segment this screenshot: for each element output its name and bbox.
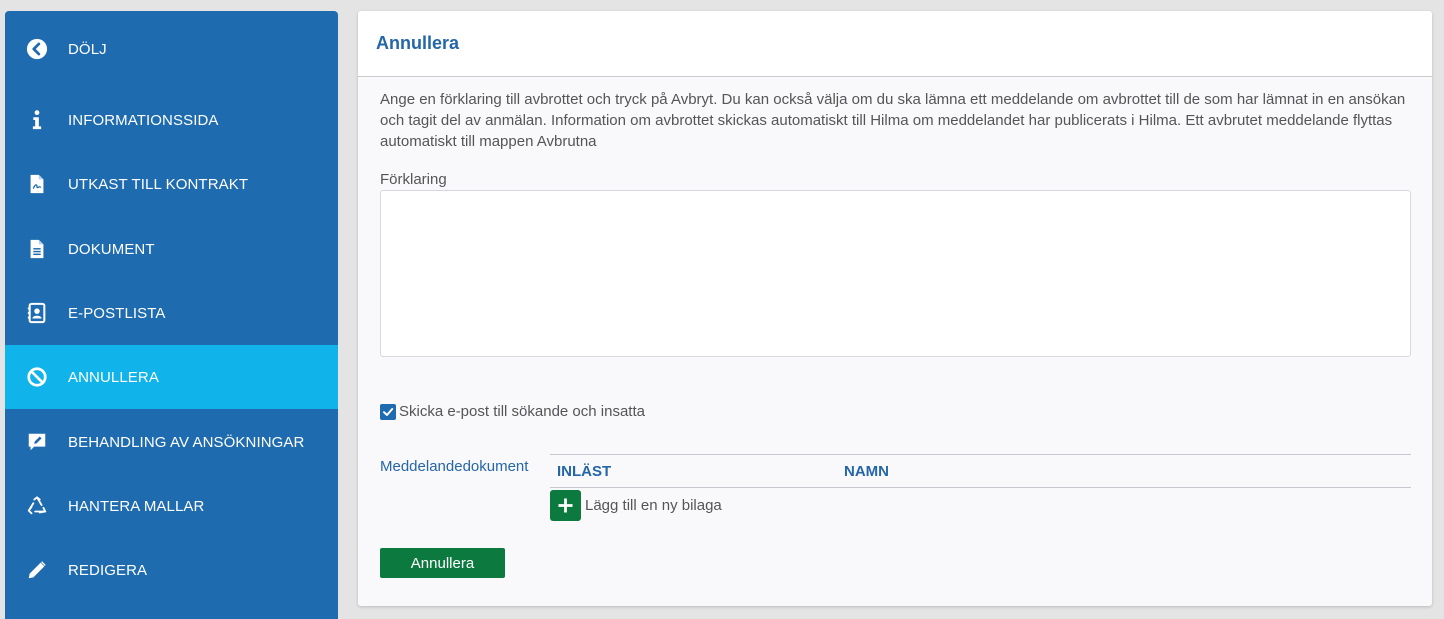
explanation-label: Förklaring — [380, 171, 447, 188]
sidebar-item-label: DÖLJ — [68, 40, 107, 58]
send-email-checkbox[interactable] — [380, 403, 396, 420]
column-header-loaded[interactable]: INLÄST — [557, 463, 611, 480]
sidebar-item-label: ANNULLERA — [68, 368, 159, 386]
sidebar-item-label: E-POSTLISTA — [68, 304, 166, 322]
cancel-panel: Annullera Ange en förklaring till avbrot… — [358, 11, 1432, 606]
pencil-icon — [25, 558, 49, 582]
info-icon — [25, 108, 49, 132]
contact-book-icon — [25, 301, 49, 325]
sidebar-item-label: UTKAST TILL KONTRAKT — [68, 175, 249, 193]
attachments-table-header: INLÄST NAMN — [550, 454, 1411, 488]
attachments-table: INLÄST NAMN Lägg till en ny bilaga — [550, 454, 1411, 522]
chevron-left-circle-icon — [25, 37, 49, 61]
sidebar-item-information-page[interactable]: INFORMATIONSSIDA — [5, 88, 338, 152]
recycle-icon — [25, 494, 49, 518]
comment-edit-icon — [25, 430, 49, 454]
sidebar-item-label: BEHANDLING AV ANSÖKNINGAR — [68, 433, 305, 451]
page-title: Annullera — [376, 33, 460, 53]
add-attachment-label[interactable]: Lägg till en ny bilaga — [585, 497, 722, 514]
document-icon — [25, 237, 49, 261]
sidebar-item-application-handling[interactable]: BEHANDLING AV ANSÖKNINGAR — [5, 410, 338, 474]
column-header-name[interactable]: NAMN — [844, 463, 889, 480]
sidebar-item-hide[interactable]: DÖLJ — [5, 17, 338, 81]
pdf-file-icon — [25, 172, 49, 196]
sidebar-item-email-list[interactable]: E-POSTLISTA — [5, 281, 338, 345]
explanation-textarea[interactable] — [380, 190, 1411, 357]
cancel-submit-button[interactable]: Annullera — [380, 548, 505, 578]
sidebar-item-contract-draft[interactable]: UTKAST TILL KONTRAKT — [5, 152, 338, 216]
send-email-option[interactable]: Skicka e-post till sökande och insatta — [380, 403, 645, 420]
sidebar-item-label: HANTERA MALLAR — [68, 497, 205, 515]
sidebar-item-label: DOKUMENT — [68, 240, 155, 258]
sidebar-item-cancel[interactable]: ANNULLERA — [5, 345, 338, 409]
sidebar-item-label: REDIGERA — [68, 561, 148, 579]
attachments-label: Meddelandedokument — [380, 458, 529, 475]
sidebar-item-documents[interactable]: DOKUMENT — [5, 217, 338, 281]
instructions-text: Ange en förklaring till avbrottet och tr… — [380, 91, 1406, 150]
checkmark-icon — [383, 407, 394, 416]
sidebar-item-label: INFORMATIONSSIDA — [68, 111, 219, 129]
add-attachment-row: Lägg till en ny bilaga — [550, 488, 1411, 522]
sidebar-item-edit[interactable]: REDIGERA — [5, 538, 338, 602]
sidebar: DÖLJ INFORMATIONSSIDA UTKAST TILL KONTRA… — [5, 11, 338, 619]
add-attachment-button[interactable] — [550, 489, 581, 521]
send-email-label: Skicka e-post till sökande och insatta — [399, 403, 645, 420]
panel-header: Annullera — [358, 11, 1432, 77]
plus-icon — [558, 497, 573, 513]
sidebar-item-manage-templates[interactable]: HANTERA MALLAR — [5, 474, 338, 538]
ban-icon — [25, 365, 49, 389]
